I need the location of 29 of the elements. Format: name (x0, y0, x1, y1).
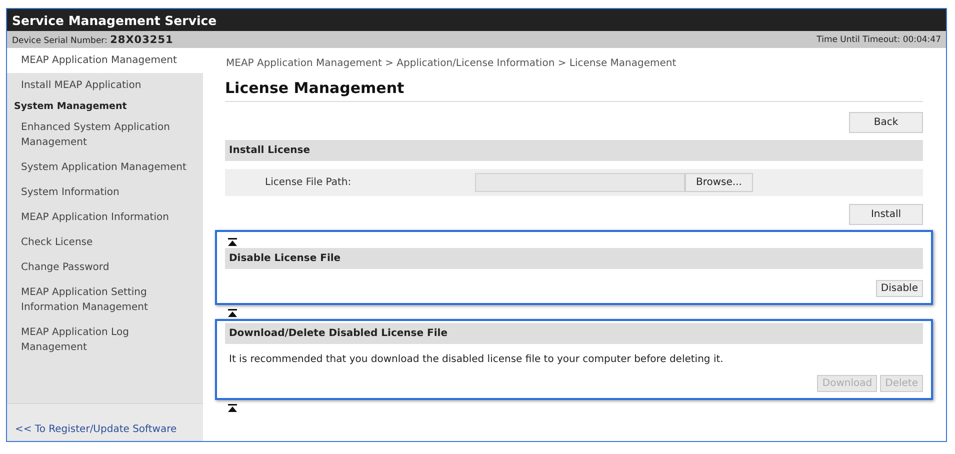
install-button[interactable]: Install (849, 204, 923, 225)
sidebar-item[interactable]: Check License (7, 230, 203, 255)
back-button[interactable]: Back (849, 112, 923, 133)
breadcrumb: MEAP Application Management > Application/License Information > License Management (226, 58, 678, 69)
field-label: License File Path: (264, 177, 352, 188)
message-text: It is recommended that you download the disabled license file to your computer before deleting it. (228, 353, 724, 367)
file-path-field[interactable] (475, 173, 685, 192)
sidebar-item[interactable]: MEAP Application Information (7, 205, 203, 230)
section-header: Disable License File (225, 248, 923, 269)
disable-button[interactable]: Disable (876, 280, 923, 297)
scroll-top-icon[interactable] (228, 404, 237, 412)
timeout-text: Time Until Timeout: 00:04:47 (816, 34, 941, 44)
page-title: License Management (225, 79, 923, 102)
sidebar-item[interactable]: Change Password (7, 255, 203, 280)
section-header: Download/Delete Disabled License File (225, 323, 923, 344)
section-header: Install License (225, 140, 923, 161)
sidebar-item[interactable]: MEAP Application Setting Information Management (7, 280, 203, 320)
sidebar-item[interactable]: System Application Management (7, 155, 203, 180)
serial-number: Device Serial Number: 28X03251 (12, 34, 174, 46)
browse-button[interactable]: Browse... (685, 173, 753, 192)
sidebar-item[interactable]: Install MEAP Application (7, 73, 203, 98)
sidebar-item[interactable]: MEAP Application Log Management (7, 320, 203, 360)
scroll-top-icon[interactable] (228, 238, 237, 246)
sidebar-item[interactable]: System Information (7, 180, 203, 205)
scroll-top-icon[interactable] (228, 309, 237, 317)
sidebar-item[interactable]: MEAP Application Management (7, 48, 203, 73)
window-title: Service Management Service (7, 9, 946, 31)
sidebar-heading: System Management (13, 100, 128, 114)
sidebar-item[interactable]: Enhanced System Application Management (7, 115, 203, 155)
